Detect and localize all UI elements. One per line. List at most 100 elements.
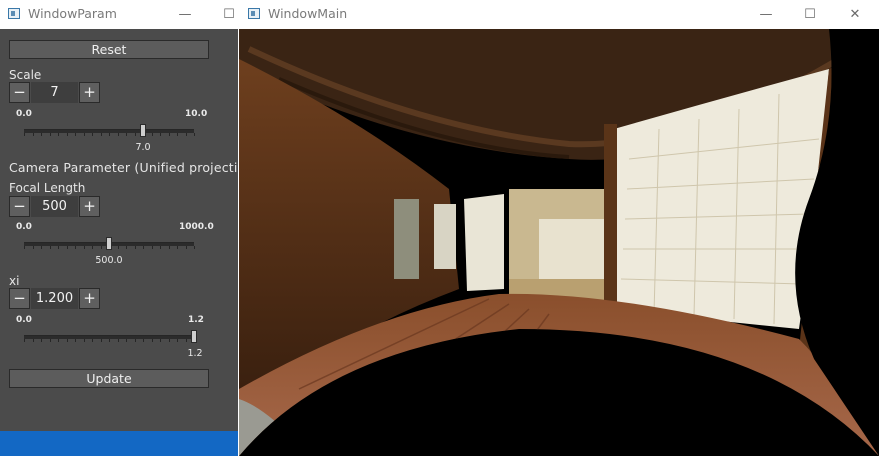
xi-min-label: 0.0: [16, 315, 32, 325]
xi-slider-ticks: [24, 339, 195, 343]
focal-value-field[interactable]: 500: [31, 196, 78, 217]
slider-tick: [168, 246, 170, 249]
slider-tick: [177, 246, 178, 249]
scale-slider-handle[interactable]: [140, 124, 146, 137]
slider-tick: [75, 133, 76, 136]
scale-value-field[interactable]: 7: [31, 82, 78, 103]
slider-tick: [134, 133, 136, 136]
focal-min-label: 0.0: [16, 222, 32, 232]
slider-tick: [177, 339, 178, 342]
slider-tick: [66, 339, 68, 342]
param-titlebar[interactable]: WindowParam — ☐: [0, 0, 238, 29]
slider-tick: [32, 339, 34, 342]
window-app-icon: [8, 8, 20, 19]
slider-tick: [117, 339, 119, 342]
slider-tick: [143, 339, 144, 342]
slider-tick: [160, 133, 161, 136]
scale-decrement-button[interactable]: −: [9, 82, 30, 103]
xi-spinbox: − 1.200 +: [9, 288, 101, 310]
slider-tick: [41, 133, 42, 136]
param-window-title: WindowParam: [28, 6, 117, 21]
slider-tick: [194, 133, 195, 136]
slider-tick: [49, 339, 51, 342]
slider-tick: [83, 246, 85, 249]
slider-tick: [168, 133, 170, 136]
main-window-title: WindowMain: [268, 6, 348, 21]
slider-tick: [160, 339, 161, 342]
slider-tick: [75, 246, 76, 249]
slider-tick: [100, 133, 102, 136]
slider-tick: [58, 133, 59, 136]
slider-tick: [185, 246, 187, 249]
focal-length-spinbox: − 500 +: [9, 196, 101, 218]
slider-tick: [49, 246, 51, 249]
slider-tick: [66, 246, 68, 249]
slider-tick: [75, 339, 76, 342]
slider-tick: [117, 133, 119, 136]
reset-button[interactable]: Reset: [9, 40, 209, 59]
slider-tick: [185, 133, 187, 136]
xi-slider-handle[interactable]: [191, 330, 197, 343]
slider-tick: [126, 339, 127, 342]
slider-tick: [185, 339, 187, 342]
xi-value-field[interactable]: 1.200: [31, 288, 78, 309]
slider-tick: [24, 339, 25, 342]
slider-tick: [143, 246, 144, 249]
xi-label: xi: [9, 274, 20, 288]
minimize-button[interactable]: —: [163, 0, 207, 29]
xi-current-label: 1.2: [187, 348, 203, 359]
slider-tick: [24, 246, 25, 249]
update-button[interactable]: Update: [9, 369, 209, 388]
slider-tick: [49, 133, 51, 136]
xi-max-label: 1.2: [188, 315, 204, 325]
xi-decrement-button[interactable]: −: [9, 288, 30, 309]
scale-spinbox: − 7 +: [9, 82, 101, 104]
slider-tick: [160, 246, 161, 249]
slider-tick: [41, 246, 42, 249]
scale-slider-ticks: [24, 133, 195, 137]
slider-tick: [126, 133, 127, 136]
slider-tick: [66, 133, 68, 136]
slider-tick: [151, 339, 153, 342]
focal-max-label: 1000.0: [179, 222, 214, 232]
maximize-button[interactable]: ☐: [788, 0, 832, 29]
slider-tick: [92, 339, 93, 342]
slider-tick: [58, 339, 59, 342]
slider-tick: [100, 246, 102, 249]
slider-tick: [134, 339, 136, 342]
scale-label: Scale: [9, 68, 42, 82]
minimize-button[interactable]: —: [744, 0, 788, 29]
slider-tick: [83, 133, 85, 136]
slider-tick: [24, 133, 25, 136]
focal-increment-button[interactable]: +: [79, 196, 100, 217]
scale-increment-button[interactable]: +: [79, 82, 100, 103]
slider-tick: [177, 133, 178, 136]
slider-tick: [83, 339, 85, 342]
slider-tick: [32, 133, 34, 136]
slider-tick: [109, 339, 110, 342]
scale-min-label: 0.0: [16, 109, 32, 119]
xi-increment-button[interactable]: +: [79, 288, 100, 309]
slider-tick: [151, 246, 153, 249]
focal-current-label: 500.0: [95, 255, 123, 266]
slider-tick: [151, 133, 153, 136]
slider-tick: [92, 246, 93, 249]
scale-current-label: 7.0: [135, 142, 151, 153]
focal-length-label: Focal Length: [9, 181, 86, 195]
scale-max-label: 10.0: [185, 109, 208, 119]
taskbar-strip: [0, 431, 238, 456]
slider-tick: [168, 339, 170, 342]
focal-decrement-button[interactable]: −: [9, 196, 30, 217]
close-button[interactable]: ✕: [833, 0, 877, 29]
slider-tick: [194, 246, 195, 249]
undistorted-image-canvas[interactable]: [239, 29, 879, 456]
undistorted-room-image: [239, 29, 879, 456]
param-window: WindowParam — ☐ Reset Scale − 7 + 0.0 10…: [0, 0, 238, 456]
slider-tick: [109, 133, 110, 136]
focal-slider-handle[interactable]: [106, 237, 112, 250]
slider-tick: [117, 246, 119, 249]
slider-tick: [32, 246, 34, 249]
slider-tick: [41, 339, 42, 342]
main-titlebar[interactable]: WindowMain — ☐ ✕: [238, 0, 879, 29]
window-app-icon: [248, 8, 260, 19]
